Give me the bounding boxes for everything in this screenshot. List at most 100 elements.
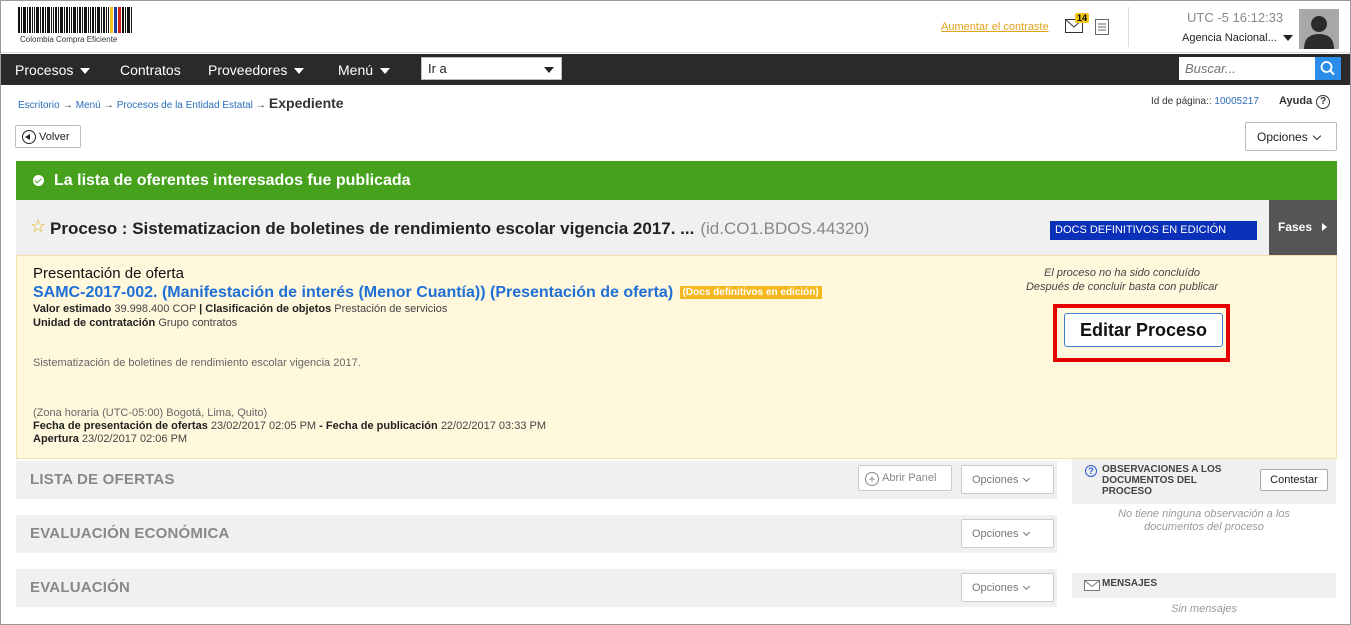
breadcrumb-menu[interactable]: Menú: [76, 100, 101, 111]
unit-row: Unidad de contratación Grupo contratos: [33, 317, 237, 329]
value-row: Valor estimado 39.998.400 COP | Clasific…: [33, 303, 447, 315]
options-label: Opciones: [972, 528, 1019, 540]
header-divider: [1128, 7, 1129, 47]
nav-contratos[interactable]: Contratos: [120, 62, 181, 78]
help-link[interactable]: Ayuda?: [1279, 95, 1331, 109]
section-title: EVALUACIÓN: [30, 579, 131, 596]
page-id: Id de página:: 10005217: [1151, 96, 1259, 107]
fecha-pub-label: - Fecha de publicación: [319, 420, 438, 432]
status-badge: DOCS DEFINITIVOS EN EDICIÓN: [1050, 221, 1257, 240]
clasif-value: Prestación de servicios: [334, 303, 448, 315]
notice-line-1: El proceso no ha sido concluído: [1044, 267, 1200, 279]
breadcrumb: Escritorio → Menú → Procesos de la Entidad E…: [18, 95, 344, 111]
search-button[interactable]: [1315, 57, 1341, 80]
evaluation-section: EVALUACIÓN Opciones: [16, 569, 1057, 607]
back-label: Volver: [39, 130, 70, 143]
section-title: LISTA DE OFERTAS: [30, 471, 175, 488]
page-id-label: Id de página::: [1151, 96, 1212, 107]
mail-count-badge: 14: [1075, 13, 1090, 23]
page-frame: Colombia Compra Eficiente Aumentar el co…: [0, 0, 1351, 625]
search-input[interactable]: [1179, 57, 1315, 80]
goto-value: Ir a: [428, 61, 447, 76]
unidad-value: Grupo contratos: [158, 317, 238, 329]
back-arrow-icon: [22, 130, 36, 144]
nav-contratos-label: Contratos: [120, 62, 181, 78]
open-panel-button[interactable]: + Abrir Panel: [858, 465, 952, 491]
apertura-value: 23/02/2017 02:06 PM: [81, 433, 188, 445]
chevron-down-icon: [1023, 582, 1031, 591]
observations-title: OBSERVACIONES A LOS DOCUMENTOS DEL PROCE…: [1102, 464, 1222, 497]
nav-proveedores-label: Proveedores: [208, 62, 288, 78]
success-banner: La lista de oferentes interesados fue pu…: [16, 161, 1337, 200]
apertura-label: Apertura: [33, 433, 79, 445]
chevron-down-icon: [1023, 528, 1031, 537]
section-options-button[interactable]: Opciones: [961, 573, 1054, 602]
caret-right-icon: [1322, 223, 1328, 231]
observations-panel: ? OBSERVACIONES A LOS DOCUMENTOS DEL PRO…: [1072, 459, 1336, 504]
notice-line-2: Después de concluir basta con publicar: [1025, 281, 1218, 293]
help-question-icon: ?: [1316, 95, 1331, 109]
breadcrumb-procesos[interactable]: Procesos de la Entidad Estatal: [117, 100, 253, 111]
banner-message: La lista de oferentes interesados fue pu…: [54, 172, 411, 189]
search-icon: [1320, 61, 1335, 76]
economic-evaluation-section: EVALUACIÓN ECONÓMICA Opciones: [16, 515, 1057, 553]
barcode-logo-icon: [18, 7, 132, 33]
open-panel-label: Abrir Panel: [882, 472, 937, 484]
user-avatar[interactable]: [1299, 9, 1339, 49]
section-title: EVALUACIÓN ECONÓMICA: [30, 525, 230, 542]
process-link[interactable]: SAMC-2017-002. (Manifestación de interés…: [33, 284, 822, 302]
clasif-label: | Clasificación de objetos: [199, 303, 332, 315]
breadcrumb-current: Expediente: [268, 95, 344, 111]
options-button[interactable]: Opciones: [1245, 122, 1337, 151]
dates-row: Fecha de presentación de ofertas 23/02/2…: [33, 420, 546, 432]
process-notice: El proceso no ha sido concluído Después …: [997, 266, 1247, 294]
edit-highlight-box: Editar Proceso: [1053, 304, 1230, 362]
observations-empty: No tiene ninguna observación a los docum…: [1118, 508, 1290, 533]
valor-value: 39.998.400 COP: [114, 303, 197, 315]
fecha-oferta-value: 23/02/2017 02:05 PM: [210, 420, 317, 432]
envelope-icon: [1084, 580, 1100, 591]
user-silhouette-icon: [1299, 9, 1339, 49]
increase-contrast-link[interactable]: Aumentar el contraste: [941, 21, 1049, 33]
nav-procesos-label: Procesos: [15, 62, 74, 78]
phases-button[interactable]: Fases: [1269, 200, 1337, 255]
caret-down-icon: [294, 68, 305, 75]
chevron-down-icon: [1023, 474, 1031, 483]
agency-name: Agencia Nacional...: [1182, 32, 1277, 44]
valor-label: Valor estimado: [33, 303, 112, 315]
process-description: Sistematización de boletines de rendimie…: [33, 357, 361, 369]
nav-procesos[interactable]: Procesos: [15, 62, 91, 78]
section-options-button[interactable]: Opciones: [961, 465, 1054, 494]
reply-button[interactable]: Contestar: [1260, 469, 1328, 491]
back-button[interactable]: Volver: [15, 125, 81, 148]
section-options-button[interactable]: Opciones: [961, 519, 1054, 548]
fecha-pub-value: 22/02/2017 03:33 PM: [440, 420, 547, 432]
nav-menu[interactable]: Menú: [338, 62, 391, 78]
caret-down-icon: [80, 68, 91, 75]
messages-title: MENSAJES: [1102, 578, 1158, 589]
edit-process-button[interactable]: Editar Proceso: [1064, 313, 1223, 347]
documents-icon[interactable]: [1095, 19, 1109, 35]
clock-time: 16:12:33: [1232, 10, 1284, 25]
arrow-right-icon: →: [62, 100, 73, 111]
caret-down-icon: [380, 68, 391, 75]
phases-label: Fases: [1278, 220, 1313, 234]
unidad-label: Unidad de contratación: [33, 317, 156, 329]
options-label: Opciones: [972, 582, 1019, 594]
logo-text: Colombia Compra Eficiente: [20, 35, 118, 44]
page-id-value: 10005217: [1214, 96, 1259, 107]
agency-selector[interactable]: Agencia Nacional...: [1182, 32, 1293, 44]
nav-proveedores[interactable]: Proveedores: [208, 62, 305, 78]
top-header: Colombia Compra Eficiente Aumentar el co…: [1, 1, 1350, 53]
star-favorite-icon[interactable]: ☆: [30, 217, 46, 235]
colombia-compra-logo[interactable]: Colombia Compra Eficiente: [18, 7, 132, 47]
messages-empty: Sin mensajes: [1170, 603, 1238, 615]
plus-circle-icon: +: [865, 472, 879, 486]
main-nav: Procesos Contratos Proveedores Menú: [1, 54, 1350, 85]
arrow-right-icon: →: [103, 100, 114, 111]
breadcrumb-escritorio[interactable]: Escritorio: [18, 100, 60, 111]
goto-select[interactable]: Ir a: [421, 57, 562, 80]
offers-list-section: LISTA DE OFERTAS + Abrir Panel Opciones: [16, 461, 1057, 499]
options-label: Opciones: [972, 474, 1019, 486]
caret-down-icon: [1282, 35, 1293, 42]
